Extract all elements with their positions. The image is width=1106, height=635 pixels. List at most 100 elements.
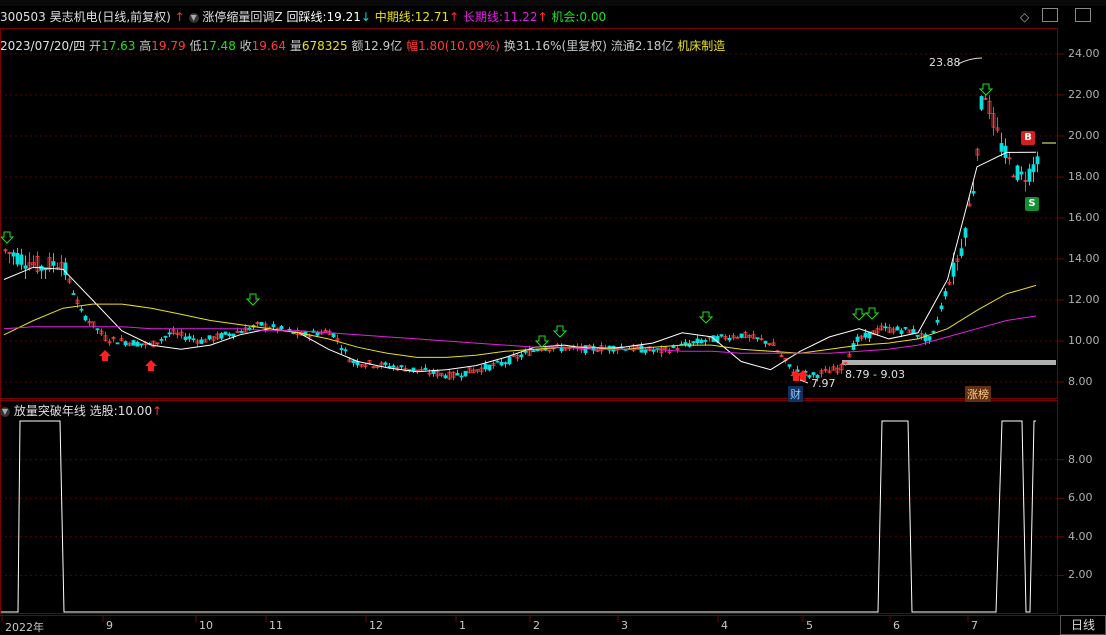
kline-chart[interactable] [0,0,1106,634]
candle-body [207,335,212,340]
candle-body [963,228,968,238]
candle-body [1027,168,1032,182]
candle-body [1015,165,1020,181]
candle-body [763,340,768,344]
price-tick-label: 24.00 [1068,47,1100,60]
candle-body [499,361,504,366]
signal-down-icon [245,293,261,306]
candle-body [271,324,276,328]
candle-body [315,332,320,336]
sub-indicator-dropdown-icon[interactable]: ▼ [0,406,10,417]
high-pointer [957,57,983,65]
support-band [842,360,1056,365]
ma-short-line [3,151,1037,373]
candle-body [495,360,500,363]
candle-body [699,339,704,344]
candle-body [219,333,224,339]
candle-body [11,252,16,257]
sub-tick-label: 8.00 [1068,452,1093,466]
sub-panel-header: ▼ 放量突破年线 选股:10.00↑ [0,402,162,419]
candle-body [231,333,236,337]
candle-body [931,330,936,333]
candle-body [79,308,84,311]
candle-body [523,350,528,353]
date-tick-label: 11 [269,619,283,632]
candle-body [643,349,648,353]
candle-body [287,329,292,331]
candle-body [483,363,488,370]
candle-body [187,336,192,339]
signal-down-icon [552,325,568,338]
candle-body [811,372,816,375]
candle-body [727,337,732,341]
candle-body [959,248,964,256]
cai-tag[interactable]: 财 [788,386,803,402]
date-tick-label: 1 [459,619,466,632]
candle-body [719,334,724,337]
signal-up-icon [145,360,157,371]
candle-body [23,265,28,269]
date-tick-label: 5 [806,619,813,632]
ma-long-line [3,315,1037,354]
candle-body [43,268,48,271]
candle-body [943,291,948,297]
candle-body [351,360,356,364]
candle-body [227,333,232,337]
candle-body [191,338,196,341]
date-tick-label: 12 [369,619,383,632]
select-label: 选股: [89,404,118,418]
up-arrow-icon: ↑ [152,404,163,418]
date-tick-label: 2 [533,619,540,632]
candle-body [787,364,792,367]
candle-body [83,315,88,321]
candle-body [95,328,100,331]
candle-body [135,341,140,347]
price-tick-label: 10.00 [1068,334,1100,347]
price-tick-label: 22.00 [1068,88,1100,101]
zhangbang-tag[interactable]: 涨榜 [965,386,991,402]
signal-down-icon [851,308,867,321]
candle-body [651,349,656,352]
sub-tick-label: 6.00 [1068,491,1093,505]
range-annotation: 8.79 - 9.03 [845,368,905,381]
candle-body [911,329,916,335]
price-tick-label: 18.00 [1068,170,1100,183]
candle-body [503,362,508,365]
candle-body [383,362,388,365]
candle-body [423,367,428,370]
candle-body [971,191,976,194]
candle-body [915,334,920,337]
candle-body [459,375,464,378]
period-button[interactable]: 日线 [1060,615,1106,635]
low-price-annotation: 7.97 [811,377,836,390]
signal-up-icon [99,350,111,361]
candle-body [863,332,868,338]
candle-body [739,333,744,338]
sub-tick-label: 4.00 [1068,529,1093,543]
candle-body [159,338,164,341]
candle-body [223,331,228,335]
price-tick-label: 12.00 [1068,293,1100,306]
candle-body [1031,164,1036,173]
sell-marker[interactable]: S [1025,197,1039,211]
candle-body [1035,156,1040,165]
candle-body [279,326,284,330]
candle-body [695,338,700,344]
candle-body [123,341,128,346]
date-tick-label: 2022年 [5,621,44,634]
candle-body [163,335,168,338]
signal-down-icon [698,311,714,324]
candle-body [339,348,344,351]
candle-body [1019,171,1024,175]
candle-body [399,365,404,368]
high-price-annotation: 23.88 [929,56,961,69]
date-tick-label: 3 [621,619,628,632]
buy-marker[interactable]: B [1021,131,1035,145]
candle-body [999,143,1004,152]
sub-panel-title[interactable]: 放量突破年线 [14,404,86,418]
candle-body [115,342,120,345]
candle-body [755,337,760,340]
candle-body [199,339,204,344]
candle-body [15,252,20,265]
candle-body [587,344,592,347]
